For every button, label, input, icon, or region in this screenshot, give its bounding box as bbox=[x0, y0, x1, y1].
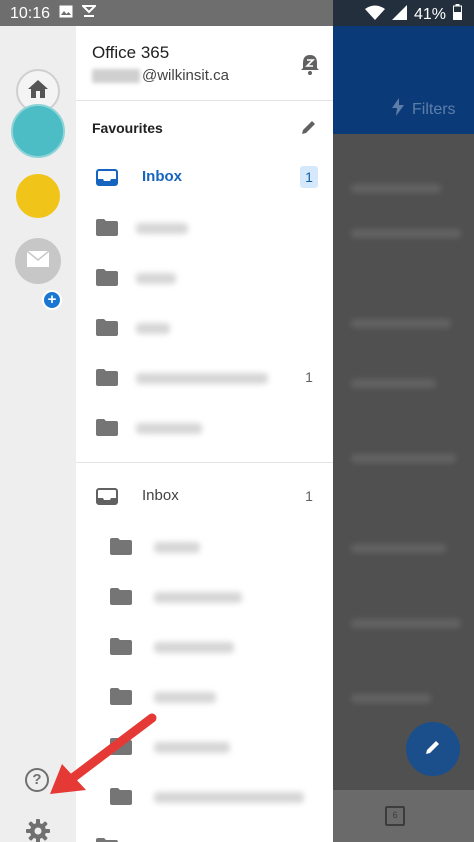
favourite-folder-inbox[interactable]: Inbox 1 bbox=[76, 152, 333, 202]
folder-label: Inbox bbox=[142, 487, 179, 504]
account-email: @wilkinsit.ca bbox=[92, 67, 229, 84]
divider bbox=[76, 100, 333, 101]
favourite-folder[interactable] bbox=[76, 402, 333, 452]
lightning-icon bbox=[392, 98, 404, 121]
status-time: 10:16 bbox=[10, 4, 51, 22]
redacted-folder-name bbox=[154, 742, 230, 753]
redacted-folder-name bbox=[154, 542, 200, 553]
message-preview-line bbox=[351, 184, 441, 193]
battery-icon bbox=[453, 4, 462, 25]
inbox-icon bbox=[96, 169, 118, 186]
signal-icon bbox=[391, 4, 407, 25]
teal-account-button[interactable] bbox=[11, 104, 65, 158]
status-bar: 10:16 41% bbox=[0, 0, 474, 26]
background-message-list bbox=[333, 134, 474, 790]
filters-label: Filters bbox=[412, 100, 456, 118]
subfolder[interactable] bbox=[76, 821, 333, 842]
filters-button: Filters bbox=[392, 98, 456, 121]
home-icon bbox=[27, 79, 49, 104]
bell-snooze-icon bbox=[300, 55, 320, 79]
redacted-folder-name bbox=[136, 373, 268, 384]
yellow-account-button[interactable] bbox=[16, 174, 60, 218]
battery-percentage: 41% bbox=[413, 5, 446, 23]
redacted-folder-name bbox=[154, 642, 234, 653]
redacted-folder-name bbox=[154, 592, 242, 603]
redacted-folder-name bbox=[136, 273, 176, 284]
calendar-icon: 6 bbox=[385, 806, 405, 826]
folder-inbox[interactable]: Inbox 1 bbox=[76, 471, 333, 521]
subfolder[interactable] bbox=[76, 521, 333, 571]
folder-icon bbox=[110, 588, 132, 605]
favourite-folder[interactable] bbox=[76, 202, 333, 252]
gear-icon bbox=[25, 819, 51, 842]
favourite-folder[interactable] bbox=[76, 252, 333, 302]
folder-icon bbox=[110, 538, 132, 555]
folder-icon bbox=[96, 369, 118, 386]
message-preview-line bbox=[351, 619, 461, 628]
folder-icon bbox=[96, 319, 118, 336]
folder-icon bbox=[96, 269, 118, 286]
plus-icon: + bbox=[42, 290, 62, 310]
settings-button[interactable] bbox=[25, 818, 51, 842]
inbox-icon bbox=[96, 488, 118, 505]
subfolder[interactable] bbox=[76, 621, 333, 671]
folder-icon bbox=[110, 638, 132, 655]
edit-favourites-button[interactable] bbox=[300, 118, 318, 136]
favourite-folder[interactable]: 1 bbox=[76, 352, 333, 402]
folder-icon bbox=[110, 688, 132, 705]
wifi-icon bbox=[364, 5, 385, 25]
message-preview-line bbox=[351, 319, 451, 328]
account-name: Office 365 bbox=[92, 43, 170, 62]
folder-icon bbox=[96, 419, 118, 436]
redacted-email-user bbox=[92, 68, 140, 83]
message-preview-line bbox=[351, 454, 456, 463]
favourites-heading: Favourites bbox=[92, 120, 163, 136]
folder-label: Inbox bbox=[142, 168, 182, 185]
unread-count: 1 bbox=[305, 369, 313, 385]
pencil-icon bbox=[300, 121, 318, 140]
redacted-folder-name bbox=[136, 423, 202, 434]
compose-button bbox=[406, 722, 460, 776]
red-arrow-annotation bbox=[50, 713, 157, 794]
add-account-button[interactable] bbox=[15, 238, 61, 284]
subfolder[interactable] bbox=[76, 571, 333, 621]
divider bbox=[76, 462, 333, 463]
redacted-folder-name bbox=[136, 323, 170, 334]
image-icon bbox=[59, 5, 73, 23]
unread-count: 1 bbox=[305, 488, 313, 504]
calendar-day: 6 bbox=[392, 810, 398, 820]
download-icon bbox=[80, 4, 98, 23]
do-not-disturb-button[interactable] bbox=[300, 53, 320, 75]
folder-icon bbox=[96, 219, 118, 236]
message-preview-line bbox=[351, 229, 461, 238]
redacted-folder-name bbox=[154, 692, 216, 703]
message-preview-line bbox=[351, 694, 431, 703]
message-preview-line bbox=[351, 544, 446, 553]
message-preview-line bbox=[351, 379, 436, 388]
unread-count: 1 bbox=[300, 166, 318, 188]
envelope-icon bbox=[26, 249, 50, 272]
pencil-icon bbox=[424, 738, 442, 761]
account-email-domain: @wilkinsit.ca bbox=[142, 67, 229, 84]
folder-icon bbox=[96, 838, 118, 842]
redacted-folder-name bbox=[154, 792, 304, 803]
redacted-folder-name bbox=[136, 223, 188, 234]
favourite-folder[interactable] bbox=[76, 302, 333, 352]
